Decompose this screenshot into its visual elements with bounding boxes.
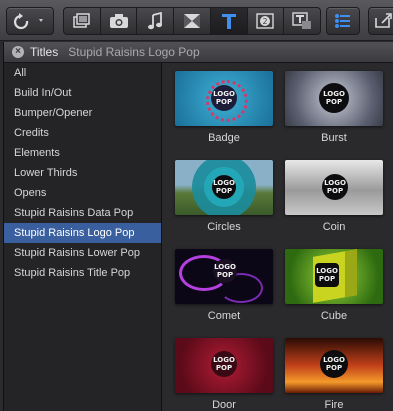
- tile-fire[interactable]: LOGO POP Fire: [285, 338, 383, 411]
- chevron-down-icon: [39, 19, 43, 22]
- logo-mark: LOGO POP: [319, 83, 349, 113]
- close-icon[interactable]: ×: [12, 46, 24, 58]
- sidebar-item-lower-thirds[interactable]: Lower Thirds: [4, 163, 161, 183]
- tile-door[interactable]: LOGO POP Door: [175, 338, 273, 411]
- logo-mark: LOGO POP: [211, 351, 237, 377]
- titles-button[interactable]: [210, 8, 248, 34]
- refresh-menu-button[interactable]: [6, 7, 54, 35]
- refresh-icon: [14, 13, 43, 30]
- sidebar-item-bumper-opener[interactable]: Bumper/Opener: [4, 103, 161, 123]
- share-button[interactable]: [368, 7, 393, 35]
- sidebar-item-title-pop[interactable]: Stupid Raisins Title Pop: [4, 263, 161, 283]
- toolbar: 2: [0, 0, 393, 41]
- share-icon: [375, 13, 392, 28]
- tile-label: Burst: [321, 132, 347, 144]
- door-thumbnail: LOGO POP: [175, 338, 273, 393]
- browser-header: × Titles Stupid Raisins Logo Pop: [4, 42, 393, 63]
- logo-mark: LOGO POP: [213, 259, 237, 283]
- fire-thumbnail: LOGO POP: [285, 338, 383, 393]
- inspector-icon: [335, 14, 350, 28]
- tile-label: Badge: [208, 132, 240, 144]
- title-grid: LOGO POP Badge LOGO POP Burst LOGO POP C…: [162, 63, 393, 411]
- circles-thumbnail: LOGO POP: [175, 160, 273, 215]
- sidebar-item-logo-pop[interactable]: Stupid Raisins Logo Pop: [4, 223, 161, 243]
- sidebar-item-all[interactable]: All: [4, 63, 161, 83]
- titles-icon: [221, 14, 236, 29]
- badge-thumbnail: LOGO POP: [175, 71, 273, 126]
- sidebar-item-credits[interactable]: Credits: [4, 123, 161, 143]
- tile-badge[interactable]: LOGO POP Badge: [175, 71, 273, 144]
- browser-title: Titles: [30, 45, 59, 59]
- transitions-button[interactable]: [174, 8, 211, 34]
- tile-label: Fire: [324, 399, 344, 411]
- category-sidebar: All Build In/Out Bumper/Opener Credits E…: [4, 63, 162, 411]
- tile-label: Cube: [320, 310, 348, 322]
- coin-thumbnail: LOGO POP: [285, 160, 383, 215]
- logo-mark: LOGO POP: [315, 263, 339, 287]
- logo-mark: LOGO POP: [211, 85, 237, 111]
- tile-label: Coin: [322, 221, 346, 233]
- music-icon: [148, 12, 163, 30]
- logo-mark: LOGO POP: [322, 174, 348, 200]
- comet-thumbnail: LOGO POP: [175, 249, 273, 304]
- svg-text:2: 2: [263, 17, 268, 26]
- camera-button[interactable]: [101, 8, 138, 34]
- transitions-icon: [184, 14, 201, 28]
- themes-icon: [292, 12, 312, 29]
- sidebar-item-data-pop[interactable]: Stupid Raisins Data Pop: [4, 203, 161, 223]
- inspector-button[interactable]: [326, 7, 360, 35]
- logo-mark: LOGO POP: [212, 175, 236, 199]
- tile-label: Circles: [207, 221, 241, 233]
- tile-coin[interactable]: LOGO POP Coin: [285, 160, 383, 233]
- sidebar-item-elements[interactable]: Elements: [4, 143, 161, 163]
- browser-path: Stupid Raisins Logo Pop: [68, 45, 200, 59]
- generators-button[interactable]: 2: [248, 8, 285, 34]
- photos-button[interactable]: [64, 8, 101, 34]
- generators-icon: 2: [256, 13, 275, 29]
- tile-circles[interactable]: LOGO POP Circles: [175, 160, 273, 233]
- burst-thumbnail: LOGO POP: [285, 71, 383, 126]
- tile-label: Door: [212, 399, 236, 411]
- sidebar-item-lower-pop[interactable]: Stupid Raisins Lower Pop: [4, 243, 161, 263]
- logo-mark: LOGO POP: [320, 350, 348, 378]
- cube-thumbnail: LOGO POP: [285, 249, 383, 304]
- camera-icon: [109, 14, 128, 28]
- sidebar-item-opens[interactable]: Opens: [4, 183, 161, 203]
- tile-cube[interactable]: LOGO POP Cube: [285, 249, 383, 322]
- tile-burst[interactable]: LOGO POP Burst: [285, 71, 383, 144]
- music-button[interactable]: [137, 8, 175, 34]
- tile-label: Comet: [207, 310, 241, 322]
- photos-icon: [73, 13, 90, 28]
- themes-button[interactable]: [284, 8, 320, 34]
- tile-comet[interactable]: LOGO POP Comet: [175, 249, 273, 322]
- media-browser-segmented-control: 2: [63, 7, 321, 35]
- titles-browser: × Titles Stupid Raisins Logo Pop All Bui…: [3, 42, 393, 411]
- sidebar-item-build-in-out[interactable]: Build In/Out: [4, 83, 161, 103]
